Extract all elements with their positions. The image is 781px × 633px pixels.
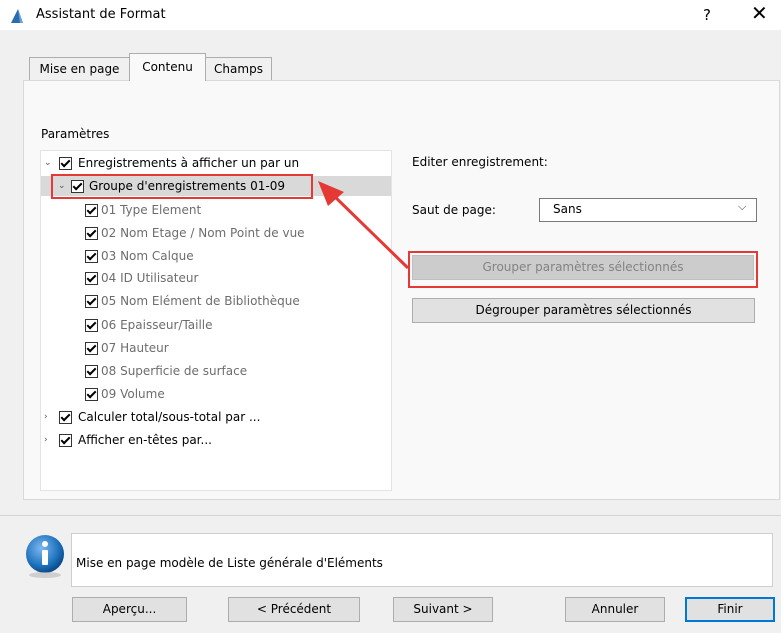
edit-record-title: Editer enregistrement: (412, 155, 548, 169)
window-title: Assistant de Format (36, 7, 166, 22)
help-button[interactable]: ? (703, 6, 711, 24)
tree-label: 05 Nom Elément de Bibliothèque (101, 294, 300, 308)
chevron-right-icon[interactable]: › (44, 407, 48, 427)
previous-button[interactable]: < Précédent (228, 597, 360, 622)
checkbox-calculer[interactable] (59, 411, 72, 424)
highlight-box-groupe (51, 174, 313, 199)
checkbox-child[interactable] (85, 250, 98, 263)
tree-row-enregistrements[interactable]: ⌄ Enregistrements à afficher un par un (44, 153, 384, 173)
tree-label: 03 Nom Calque (101, 249, 194, 263)
next-button[interactable]: Suivant > (393, 597, 493, 622)
tree-row-child[interactable]: 07 Hauteur (84, 338, 374, 358)
checkbox-child[interactable] (85, 272, 98, 285)
tree-label: 04 ID Utilisateur (101, 271, 199, 285)
chevron-down-icon[interactable]: ⌄ (44, 153, 52, 173)
tab-contenu[interactable]: Contenu (129, 53, 206, 81)
tree-label: Calculer total/sous-total par ... (78, 410, 261, 424)
tree-row-child[interactable]: 09 Volume (84, 384, 374, 404)
checkbox-child[interactable] (85, 319, 98, 332)
checkbox-child[interactable] (85, 342, 98, 355)
separator (0, 515, 781, 516)
checkbox-enregistrements[interactable] (59, 157, 72, 170)
app-icon (9, 8, 25, 24)
info-text: Mise en page modèle de Liste générale d'… (76, 556, 383, 570)
tree-row-afficher[interactable]: › Afficher en-têtes par... (44, 430, 374, 450)
annotation-arrow (318, 181, 410, 270)
chevron-down-icon[interactable]: ⌵ (738, 200, 746, 214)
tree-label: 08 Superficie de surface (101, 364, 248, 378)
highlight-box-group-button (408, 251, 758, 288)
info-icon (24, 533, 70, 579)
tree-label: 07 Hauteur (101, 341, 169, 355)
checkbox-child[interactable] (85, 295, 98, 308)
tree-label: 06 Epaisseur/Taille (101, 318, 213, 332)
tree-label: 02 Nom Etage / Nom Point de vue (101, 226, 305, 240)
tree-label: 01 Type Element (101, 203, 202, 217)
tree-row-child[interactable]: 06 Epaisseur/Taille (84, 315, 374, 335)
finish-button[interactable]: Finir (685, 597, 775, 622)
checkbox-child[interactable] (85, 227, 98, 240)
tree-label: Enregistrements à afficher un par un (78, 156, 300, 170)
chevron-right-icon[interactable]: › (44, 430, 48, 450)
tree-label: Afficher en-têtes par... (78, 433, 212, 447)
checkbox-child[interactable] (85, 204, 98, 217)
tree-row-child[interactable]: 05 Nom Elément de Bibliothèque (84, 291, 374, 311)
page-break-label: Saut de page: (412, 203, 496, 217)
tab-champs[interactable]: Champs (205, 57, 272, 80)
preview-button[interactable]: Aperçu... (72, 597, 187, 622)
ungroup-selected-button[interactable]: Dégrouper paramètres sélectionnés (412, 298, 755, 323)
checkbox-child[interactable] (85, 388, 98, 401)
tree-row-calculer[interactable]: › Calculer total/sous-total par ... (44, 407, 374, 427)
tab-mise-en-page[interactable]: Mise en page (29, 57, 130, 80)
tree-row-child[interactable]: 08 Superficie de surface (84, 361, 374, 381)
cancel-button[interactable]: Annuler (565, 597, 665, 622)
parametres-label: Paramètres (41, 127, 110, 141)
close-icon[interactable]: ✕ (751, 3, 768, 23)
checkbox-afficher[interactable] (59, 434, 72, 447)
tree-label: 09 Volume (101, 387, 165, 401)
page-break-value: Sans (553, 202, 582, 216)
checkbox-child[interactable] (85, 365, 98, 378)
